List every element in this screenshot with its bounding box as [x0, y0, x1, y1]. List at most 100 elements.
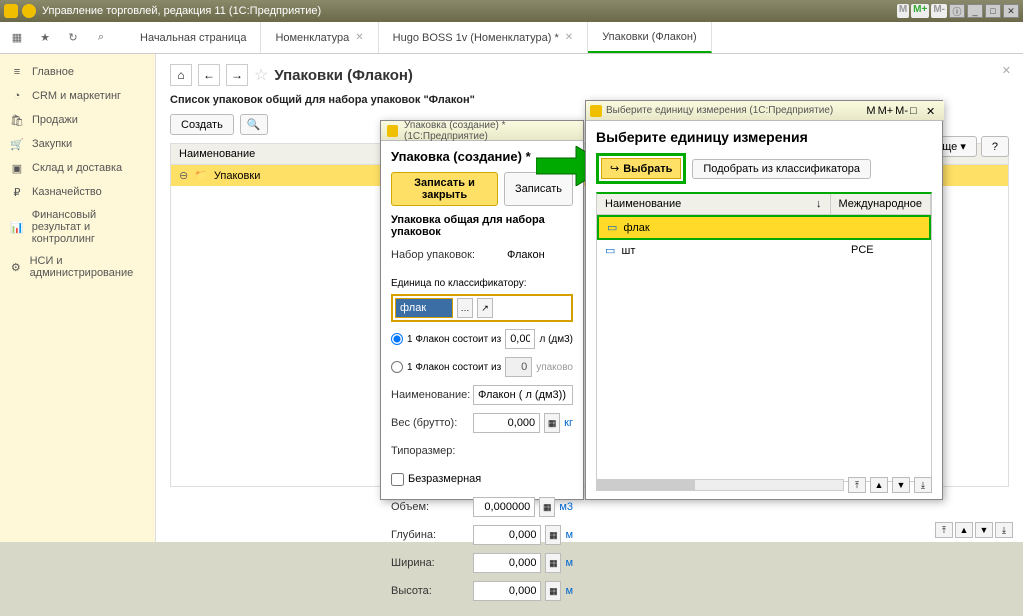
calc-icon[interactable]: ▦ [545, 581, 561, 601]
sidebar-item-label: Главное [32, 66, 74, 78]
h-scrollbar[interactable] [596, 479, 844, 491]
calc-icon[interactable]: ▦ [539, 497, 555, 517]
titlebar: Управление торговлей, редакция 11 (1С:Пр… [0, 0, 1023, 22]
close-icon[interactable]: ✕ [355, 32, 363, 43]
history-icon[interactable]: ↻ [64, 29, 82, 47]
tab-upakovki[interactable]: Упаковки (Флакон) [588, 22, 711, 53]
select-button[interactable]: ↪ Выбрать [601, 158, 681, 179]
name-input[interactable] [473, 385, 573, 405]
save-close-button[interactable]: Записать и закрыть [391, 172, 498, 206]
m-btn[interactable]: M [897, 4, 909, 18]
bag-icon: 🛍 [10, 113, 24, 127]
nav-down[interactable]: ▼ [975, 522, 993, 538]
col-intl[interactable]: Международное [831, 194, 931, 214]
sidebar-item-main[interactable]: ≡Главное [0, 60, 155, 84]
width-unit[interactable]: м [565, 557, 573, 569]
close-btn[interactable]: ✕ [1003, 4, 1019, 18]
sidebar-item-label: Закупки [32, 138, 72, 150]
info-icon[interactable]: ⓘ [949, 4, 965, 18]
home-button[interactable]: ⌂ [170, 64, 192, 86]
minimize-btn[interactable]: _ [967, 4, 983, 18]
unit-table: Наименование ↓ Международное ▭ флак ▭ шт… [596, 192, 932, 482]
open-icon[interactable]: ↗ [477, 298, 493, 318]
sidebar-item-finance[interactable]: 📊 Финансовый результат и контроллинг [0, 204, 155, 250]
help-button[interactable]: ? [981, 136, 1009, 157]
dimless-checkbox[interactable] [391, 473, 404, 486]
vol-input[interactable] [473, 497, 535, 517]
sidebar-item-purchases[interactable]: 🛒 Закупки [0, 132, 155, 156]
close-icon[interactable]: ✕ [565, 32, 573, 43]
m-minus-btn[interactable]: M- [931, 4, 947, 18]
search-icon[interactable]: ⌕ [92, 29, 110, 47]
sidebar-item-sales[interactable]: 🛍Продажи [0, 108, 155, 132]
topbar: ▦ ★ ↻ ⌕ Начальная страница Номенклатура✕… [0, 22, 1023, 54]
calc-icon[interactable]: ▦ [544, 413, 560, 433]
maximize-btn[interactable]: □ [985, 4, 1001, 18]
sidebar-item-warehouse[interactable]: ▣Склад и доставка [0, 156, 155, 180]
weight-input[interactable] [473, 413, 540, 433]
tab-start[interactable]: Начальная страница [126, 22, 261, 53]
select-icon: ↪ [610, 162, 619, 175]
pick-classifier-button[interactable]: Подобрать из классификатора [692, 159, 871, 179]
radio2-unit: упаково [536, 362, 573, 373]
dialog-title: Выберите единицу измерения (1С:Предприят… [606, 105, 833, 116]
radio-consists-1[interactable] [391, 333, 403, 345]
nav-first[interactable]: ⤒ [935, 522, 953, 538]
depth-unit[interactable]: м [565, 529, 573, 541]
vol-unit[interactable]: м3 [559, 501, 573, 513]
unit-class-input[interactable] [395, 298, 453, 318]
m-plus-btn[interactable]: M+ [911, 4, 929, 18]
sidebar-item-nsi[interactable]: ⚙НСИ и администрирование [0, 250, 155, 284]
calc-icon[interactable]: ▦ [545, 553, 561, 573]
nav-last[interactable]: ⤓ [995, 522, 1013, 538]
width-label: Ширина: [391, 557, 469, 569]
sidebar-item-treasury[interactable]: ₽Казначейство [0, 180, 155, 204]
weight-label: Вес (брутто): [391, 417, 469, 429]
select-label: Выбрать [623, 163, 672, 175]
search-folder-button[interactable]: 🔍 [240, 114, 268, 135]
back-button[interactable]: ← [198, 64, 220, 86]
set-label: Набор упаковок: [391, 249, 503, 261]
collapse-icon[interactable]: ⊖ [179, 169, 188, 182]
radio1-value[interactable] [505, 329, 535, 349]
height-unit[interactable]: м [565, 585, 573, 597]
m-minus-btn[interactable]: M- [895, 105, 908, 117]
nav-up[interactable]: ▲ [870, 477, 888, 493]
table-row[interactable]: ▭ флак [597, 215, 931, 240]
calc-icon[interactable]: ▦ [545, 525, 561, 545]
set-value: Флакон [507, 249, 545, 261]
m-btn[interactable]: M [866, 105, 875, 117]
width-input[interactable] [473, 553, 541, 573]
tab-nomenklatura[interactable]: Номенклатура✕ [261, 22, 378, 53]
depth-input[interactable] [473, 525, 541, 545]
chart-icon: 📊 [10, 220, 24, 234]
nav-last[interactable]: ⤓ [914, 477, 932, 493]
nav-down[interactable]: ▼ [892, 477, 910, 493]
star-icon[interactable]: ★ [36, 29, 54, 47]
weight-unit[interactable]: кг [564, 417, 573, 429]
height-input[interactable] [473, 581, 541, 601]
create-button[interactable]: Создать [170, 114, 234, 135]
radio-consists-2[interactable] [391, 361, 403, 373]
type-label: Типоразмер: [391, 445, 469, 457]
maximize-btn[interactable]: □ [910, 105, 924, 117]
page-close-icon[interactable]: ✕ [1002, 64, 1011, 77]
table-row[interactable]: ▭ шт PCE [597, 240, 931, 261]
tab-hugo[interactable]: Hugo BOSS 1v (Номенклатура) *✕ [379, 22, 589, 53]
folder-icon: 📁 [194, 169, 208, 182]
sidebar-item-crm[interactable]: ◔CRM и маркетинг [0, 84, 155, 108]
star-outline-icon[interactable]: ☆ [254, 65, 268, 85]
forward-button[interactable]: → [226, 64, 248, 86]
sidebar-item-label: Финансовый результат и контроллинг [32, 209, 145, 245]
col-name[interactable]: Наименование ↓ [597, 194, 831, 214]
sidebar: ≡Главное ◔CRM и маркетинг 🛍Продажи 🛒 Заку… [0, 54, 156, 542]
nav-up[interactable]: ▲ [955, 522, 973, 538]
cart-icon: 🛒 [10, 137, 24, 151]
dropdown-icon[interactable]: … [457, 298, 473, 318]
apps-icon[interactable]: ▦ [8, 29, 26, 47]
nav-first[interactable]: ⤒ [848, 477, 866, 493]
ruble-icon: ₽ [10, 185, 24, 199]
close-btn[interactable]: ✕ [926, 105, 940, 117]
m-plus-btn[interactable]: M+ [878, 105, 894, 117]
dimless-label: Безразмерная [408, 473, 481, 485]
